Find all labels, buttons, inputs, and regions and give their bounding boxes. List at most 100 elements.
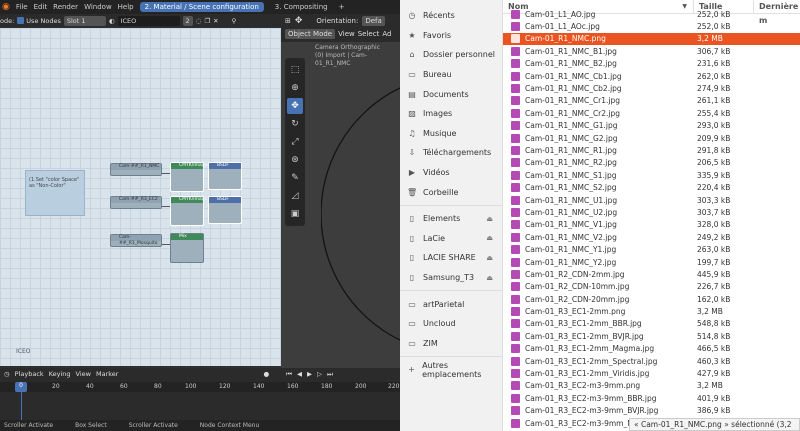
material-name-field[interactable]: ICEO <box>117 15 180 26</box>
duplicate-icon[interactable]: ❐ <box>204 17 210 25</box>
move-icon[interactable]: ✥ <box>295 16 303 26</box>
workspace-tab-compositing[interactable]: 3. Compositing <box>270 2 333 12</box>
file-row[interactable]: Cam-01_R3_EC1-2mm_Magma.jpg 466,5 kB <box>503 343 800 355</box>
file-row[interactable]: Cam-01_R1_NMC_S2.jpg 220,4 kB <box>503 181 800 193</box>
play-icon[interactable]: ▶ <box>307 370 312 378</box>
rotate-icon[interactable]: ↻ <box>287 116 303 132</box>
file-row[interactable]: Cam-01_R1_NMC_G2.jpg 209,9 kB <box>503 132 800 144</box>
menu-help[interactable]: Help <box>118 3 134 11</box>
sidebar-item-downloads[interactable]: ⇩ Téléchargements <box>400 143 502 163</box>
eject-icon[interactable]: ⏏ <box>486 254 493 262</box>
file-row[interactable]: Cam-01_R1_NMC_G1.jpg 293,0 kB <box>503 120 800 132</box>
bsdf-node-2[interactable]: BSDF <box>208 196 242 224</box>
shader-node-3[interactable]: Mix <box>170 233 204 263</box>
viewport-menu-select[interactable]: Select <box>358 30 380 38</box>
pin-icon[interactable]: ⚲ <box>232 17 237 25</box>
timeline-ruler[interactable]: 0 20 40 60 80 100 120 140 160 180 200 22… <box>0 382 400 392</box>
object-mode-select[interactable]: Object Mode <box>285 29 336 39</box>
eject-icon[interactable]: ⏏ <box>486 234 493 242</box>
image-node-r3-ec2[interactable]: Cam-##_R3_EC2 <box>110 196 162 209</box>
material-browse-icon[interactable]: ◐ <box>109 17 115 25</box>
current-frame-indicator[interactable]: 0 <box>15 382 27 392</box>
file-row[interactable]: Cam-01_R2_CDN-10mm.jpg 226,7 kB <box>503 281 800 293</box>
orientation-select[interactable]: Defa <box>362 16 385 26</box>
column-name[interactable]: Nom ▼ <box>503 0 694 13</box>
shader-node-1[interactable]: CMYK/Image <box>170 162 207 192</box>
file-row[interactable]: Cam-01_L1_AOc.jpg 252,0 kB <box>503 20 800 32</box>
file-row[interactable]: Cam-01_R3_EC2-m3-9mm_BVJR.jpg 386,9 kB <box>503 405 800 417</box>
file-row[interactable]: Cam-01_R2_CDN-20mm.jpg 162,0 kB <box>503 293 800 305</box>
sidebar-item-desktop[interactable]: ▭ Bureau <box>400 65 502 85</box>
next-key-icon[interactable]: ▷ <box>317 370 322 378</box>
sidebar-item-trash[interactable]: 🗑︎ Corbeille <box>400 182 502 202</box>
file-row[interactable]: Cam-01_R3_EC2-m3-9mm_BBR.jpg 401,9 kB <box>503 392 800 404</box>
menu-edit[interactable]: Edit <box>34 3 48 11</box>
file-row[interactable]: Cam-01_R1_NMC_Cb1.jpg 262,0 kB <box>503 70 800 82</box>
blender-logo-icon[interactable]: ◉ <box>2 2 10 12</box>
timeline-playback[interactable]: Playback <box>15 370 44 378</box>
transform-icon[interactable]: ⊛ <box>287 152 303 168</box>
timeline[interactable]: ◷ Playback Keying View Marker ● ⏮ ◀ ▶ ▷ … <box>0 368 400 420</box>
3d-viewport[interactable]: ⊞ ✥ Orientation: Defa Object Mode View S… <box>281 14 400 368</box>
menu-render[interactable]: Render <box>53 3 78 11</box>
menu-file[interactable]: File <box>16 3 28 11</box>
file-row[interactable]: Cam-01_R1_NMC_V1.jpg 328,0 kB <box>503 219 800 231</box>
sidebar-item-samsung[interactable]: ▯ Samsung_T3 ⏏ <box>400 268 502 288</box>
shield-icon[interactable]: ◌ <box>196 17 202 25</box>
sidebar-item-documents[interactable]: ▤ Documents <box>400 84 502 104</box>
file-row[interactable]: Cam-01_R1_NMC_Y2.jpg 199,7 kB <box>503 256 800 268</box>
annotate-icon[interactable]: ✎ <box>287 170 303 186</box>
file-row[interactable]: Cam-01_R1_NMC_B2.jpg 231,6 kB <box>503 58 800 70</box>
cursor-icon[interactable]: ⊕ <box>287 80 303 96</box>
file-row[interactable]: Cam-01_R1_NMC.png 3,2 MB <box>503 32 800 46</box>
file-row[interactable]: Cam-01_R2_CDN-2mm.jpg 445,9 kB <box>503 268 800 280</box>
file-row[interactable]: Cam-01_R1_NMC_U1.jpg 303,3 kB <box>503 194 800 206</box>
record-icon[interactable]: ● <box>263 370 269 378</box>
add-workspace-icon[interactable]: + <box>339 3 345 11</box>
node-editor-canvas[interactable]: (1.Set "color Space" as "Non-Color" Cam-… <box>0 28 281 366</box>
viewport-menu-add[interactable]: Ad <box>382 30 391 38</box>
sidebar-item-home[interactable]: ⌂ Dossier personnel <box>400 45 502 65</box>
sidebar-item-zim[interactable]: ▭ ZIM <box>400 334 502 354</box>
file-row[interactable]: Cam-01_R1_NMC_R1.jpg 291,8 kB <box>503 144 800 156</box>
file-row[interactable]: Cam-01_R1_NMC_Cr2.jpg 255,4 kB <box>503 107 800 119</box>
file-row[interactable]: Cam-01_R1_NMC_S1.jpg 335,9 kB <box>503 169 800 181</box>
timeline-marker[interactable]: Marker <box>96 370 118 378</box>
file-row[interactable]: Cam-01_R3_EC1-2mm.png 3,2 MB <box>503 305 800 317</box>
scale-icon[interactable]: ⤢ <box>287 134 303 150</box>
sidebar-item-artparietal[interactable]: ▭ artParietal <box>400 294 502 314</box>
file-row[interactable]: Cam-01_R3_EC1-2mm_Viridis.jpg 427,9 kB <box>503 367 800 379</box>
timeline-keying[interactable]: Keying <box>49 370 71 378</box>
clock-icon[interactable]: ◷ <box>4 370 10 378</box>
image-node-r1-mosquito[interactable]: Cam-##_R1_Mosquito <box>110 234 162 247</box>
sidebar-item-pictures[interactable]: ▨ Images <box>400 104 502 124</box>
file-row[interactable]: Cam-01_R1_NMC_Cb2.jpg 274,9 kB <box>503 82 800 94</box>
viewport-menu-view[interactable]: View <box>338 30 355 38</box>
sidebar-item-lacie-share[interactable]: ▯ LACIE SHARE ⏏ <box>400 248 502 268</box>
sidebar-item-recent[interactable]: ◷ Récents <box>400 6 502 26</box>
file-row[interactable]: Cam-01_R3_EC1-2mm_Spectral.jpg 460,3 kB <box>503 355 800 367</box>
file-row[interactable]: Cam-01_R3_EC1-2mm_BVJR.jpg 514,8 kB <box>503 330 800 342</box>
sidebar-item-videos[interactable]: ▶ Vidéos <box>400 163 502 183</box>
close-icon[interactable]: ✕ <box>213 17 218 25</box>
slot-select[interactable]: Slot 1 <box>63 15 106 26</box>
eject-icon[interactable]: ⏏ <box>486 274 493 282</box>
file-row[interactable]: Cam-01_R1_NMC_Cr1.jpg 261,1 kB <box>503 95 800 107</box>
timeline-view[interactable]: View <box>76 370 91 378</box>
prev-key-icon[interactable]: ◀ <box>297 370 302 378</box>
eject-icon[interactable]: ⏏ <box>486 215 493 223</box>
bsdf-node-1[interactable]: BSDF <box>208 162 242 190</box>
file-row[interactable]: Cam-01_R1_NMC_Y1.jpg 263,0 kB <box>503 243 800 255</box>
file-row[interactable]: Cam-01_R3_EC1-2mm_BBR.jpg 548,8 kB <box>503 318 800 330</box>
jump-start-icon[interactable]: ⏮ <box>286 370 292 379</box>
menu-window[interactable]: Window <box>84 3 112 11</box>
use-nodes-checkbox[interactable]: Use Nodes <box>17 17 61 25</box>
add-cube-icon[interactable]: ▣ <box>287 206 303 222</box>
image-node-r1-nmc[interactable]: Cam-##_R1_NMC <box>110 163 162 176</box>
file-row[interactable]: Cam-01_R3_EC2-m3-9mm.png 3,2 MB <box>503 380 800 392</box>
file-row[interactable]: Cam-01_R1_NMC_U2.jpg 303,7 kB <box>503 206 800 218</box>
sidebar-item-uncloud[interactable]: ▭ Uncloud <box>400 314 502 334</box>
file-row[interactable]: Cam-01_R1_NMC_B1.jpg 306,7 kB <box>503 45 800 57</box>
jump-end-icon[interactable]: ⏭ <box>327 370 333 379</box>
shader-node-2[interactable]: CMYK/Image <box>170 196 207 226</box>
